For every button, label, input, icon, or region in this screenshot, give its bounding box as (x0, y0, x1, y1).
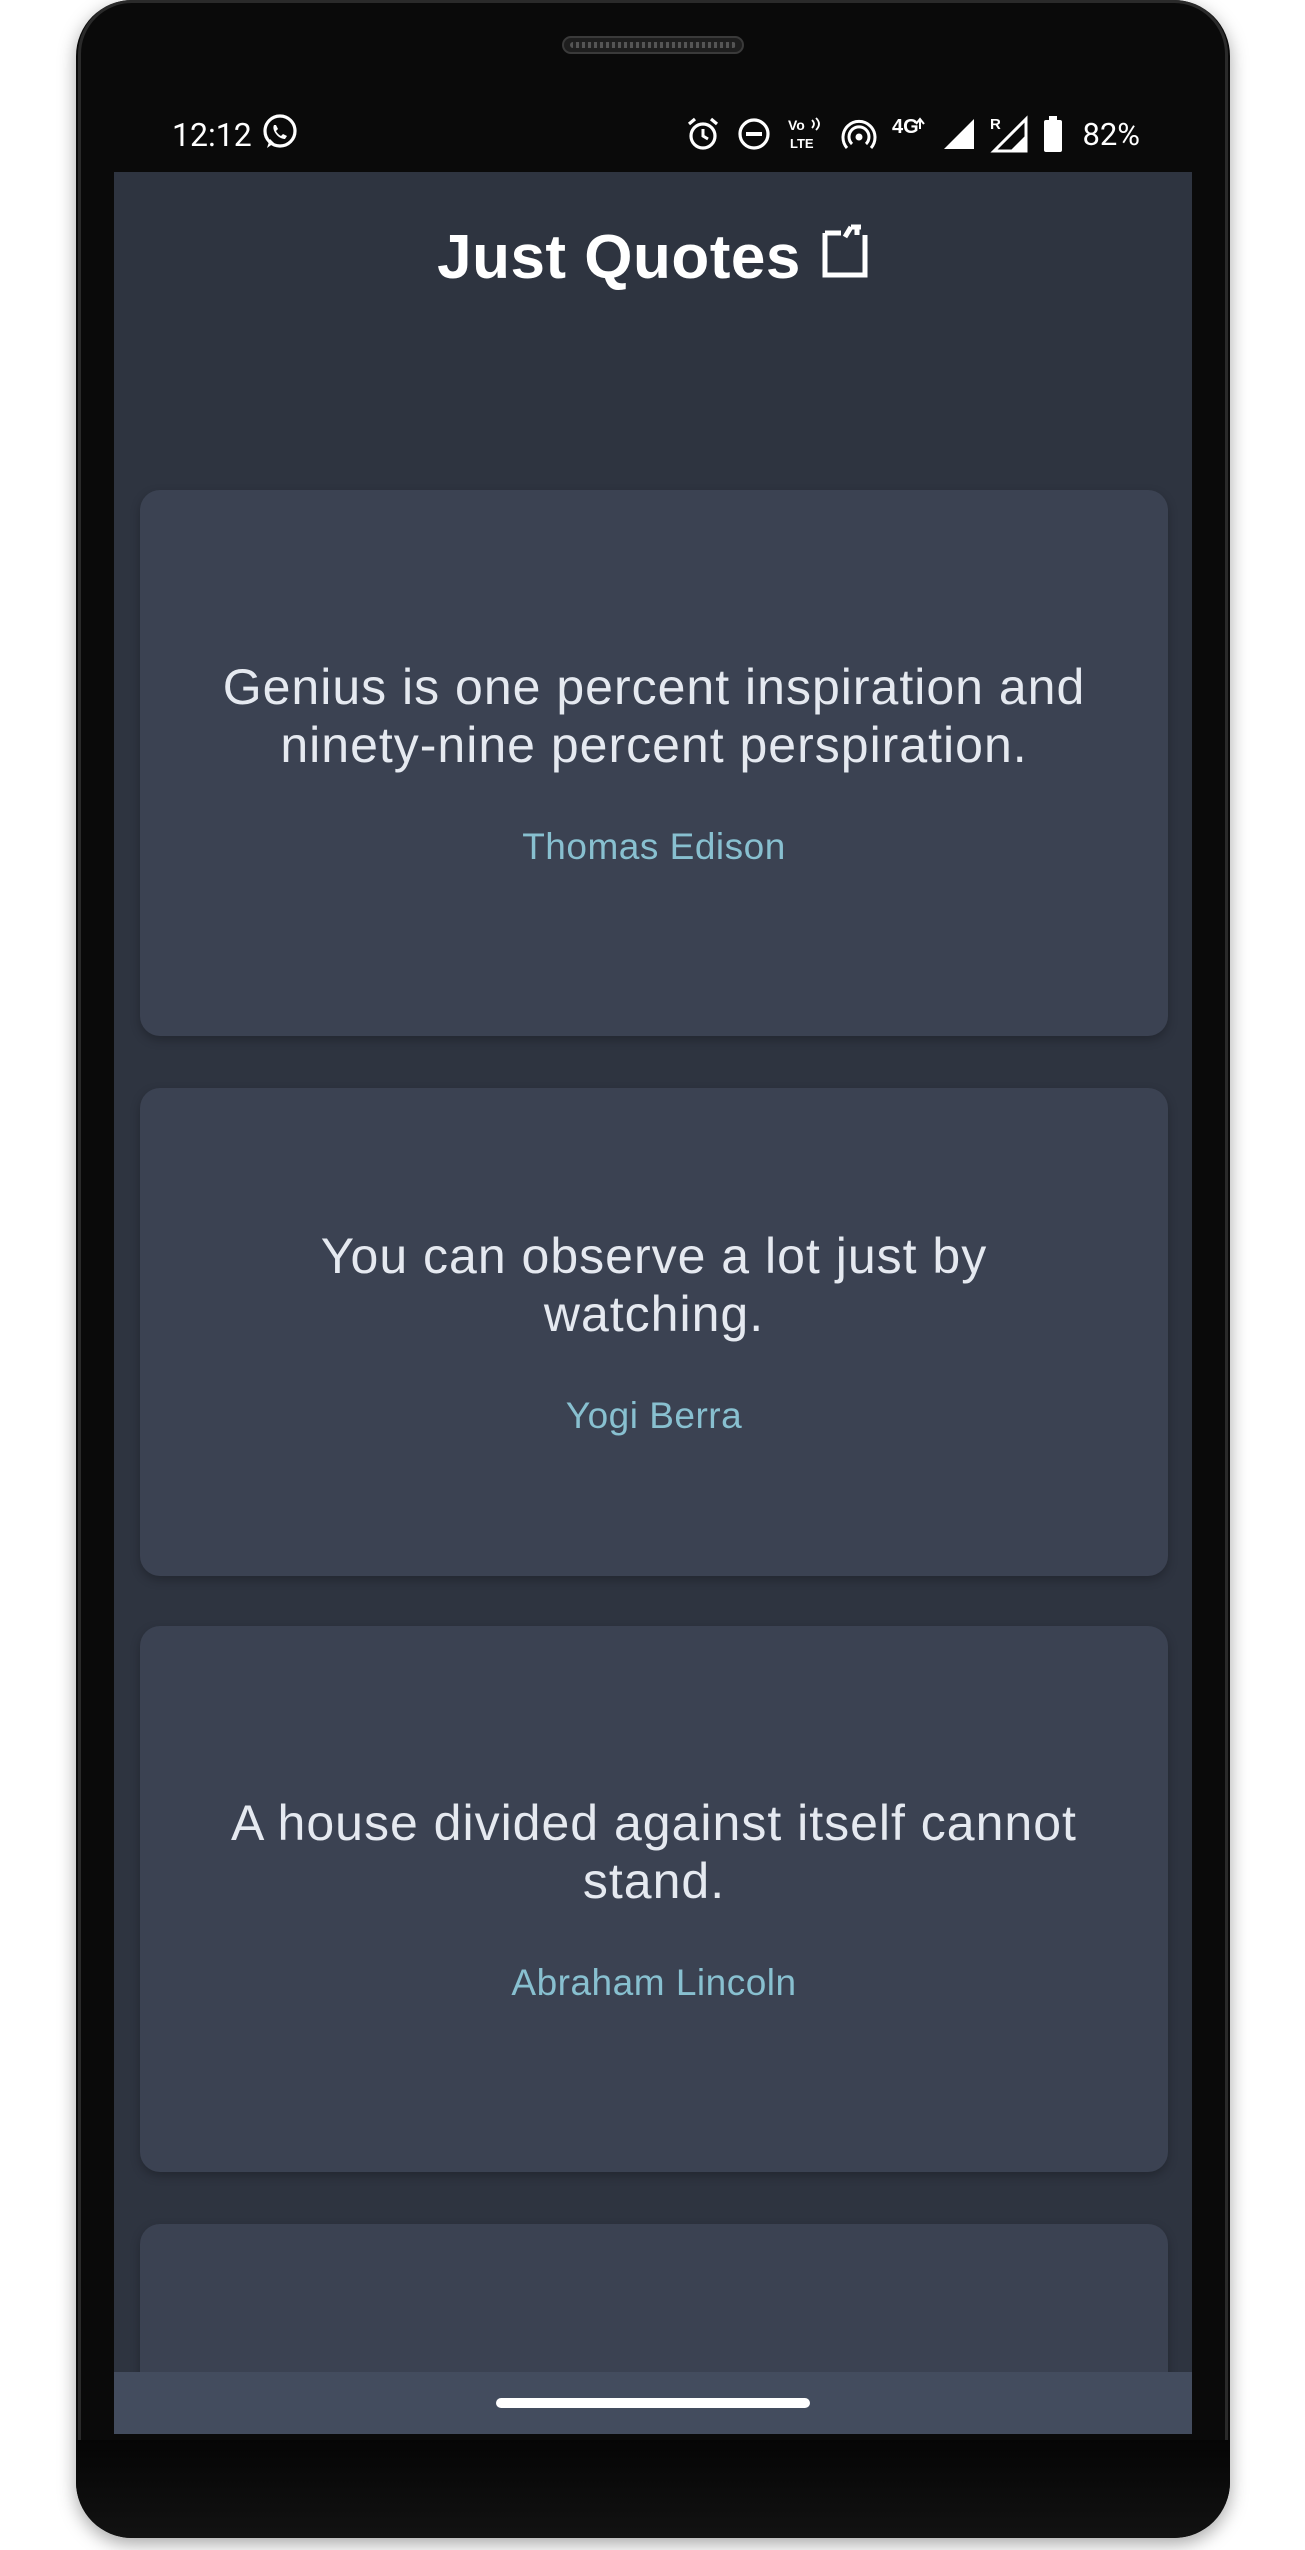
battery-icon (1044, 116, 1063, 152)
signal-icon (944, 119, 975, 149)
quote-text: You can observe a lot just by watching. (320, 1228, 988, 1342)
status-icons: Vo LTE 4G R 82% (684, 112, 1192, 156)
svg-text:4G: 4G (892, 116, 919, 138)
device-chin (76, 2440, 1230, 2538)
quote-card[interactable]: A house divided against itself cannot st… (140, 1626, 1168, 2172)
app-screen: Just Quotes Genius is one percent inspir… (114, 172, 1192, 2434)
alarm-icon (688, 117, 719, 150)
battery-percent: 82% (1082, 115, 1140, 153)
do-not-disturb-icon (738, 118, 771, 150)
quote-author: Yogi Berra (565, 1395, 743, 1436)
app-header: Just Quotes (114, 172, 1192, 342)
status-bar: 12:12 Vo LTE 4G R 82% (114, 100, 1192, 172)
svg-text:LTE: LTE (790, 136, 814, 151)
quote-author: Thomas Edison (522, 826, 786, 867)
quote-card[interactable]: Genius is one percent inspiration and ni… (140, 490, 1168, 1036)
hotspot-icon (841, 119, 877, 149)
quote-card[interactable]: You can observe a lot just by watching. … (140, 1088, 1168, 1576)
app-title: Just Quotes (437, 222, 801, 292)
navigation-bar (114, 2372, 1192, 2434)
quote-text: Genius is one percent inspiration and ni… (222, 659, 1086, 773)
volte-icon: Vo LTE (788, 117, 821, 151)
quote-text: A house divided against itself cannot st… (231, 1795, 1077, 1909)
speaker-mesh (570, 42, 736, 48)
quote-author: Abraham Lincoln (511, 1962, 797, 2003)
svg-text:R: R (990, 116, 1001, 133)
svg-text:Vo: Vo (788, 117, 805, 133)
status-time: 12:12 (172, 116, 252, 154)
roaming-signal-icon: R (990, 115, 1028, 153)
copy-icon[interactable] (821, 223, 869, 279)
4g-icon: 4G (892, 116, 926, 138)
whatsapp-icon (263, 114, 297, 148)
home-gesture-handle[interactable] (496, 2398, 810, 2408)
